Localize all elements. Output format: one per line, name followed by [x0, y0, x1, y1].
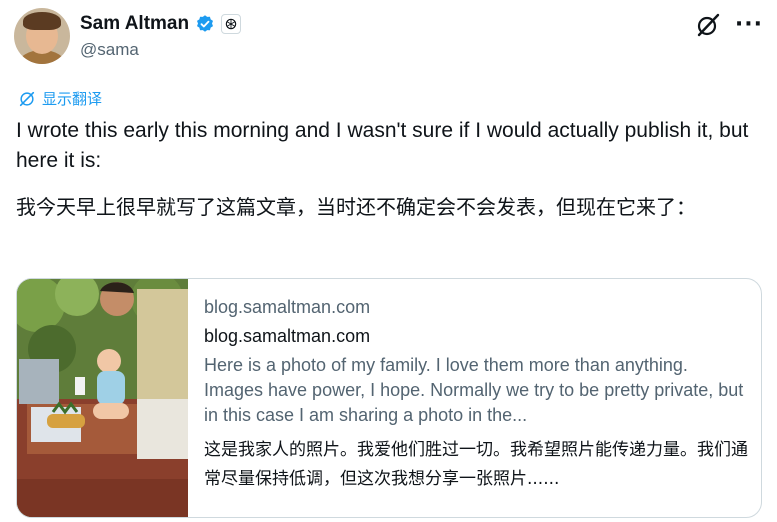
show-translation-link[interactable]: 显示翻译	[18, 88, 102, 109]
author-handle[interactable]: @sama	[80, 40, 241, 60]
more-icon[interactable]: ···	[735, 14, 763, 36]
link-card[interactable]: blog.samaltman.com blog.samaltman.com He…	[16, 278, 762, 518]
link-card-description: Here is a photo of my family. I love the…	[204, 355, 744, 425]
verified-badge-icon[interactable]	[195, 14, 215, 34]
translate-label: 显示翻译	[42, 90, 103, 108]
tweet-text-translation: 我今天早上很早就写了这篇文章，当时还不确定会不会发表，但现在它来了：	[16, 195, 696, 219]
link-card-domain: blog.samaltman.com	[204, 297, 371, 317]
grok-icon[interactable]	[695, 12, 721, 38]
family-photo	[17, 279, 188, 517]
top-actions: ···	[695, 12, 763, 38]
tweet-text: I wrote this early this morning and I wa…	[16, 119, 749, 172]
openai-affiliate-icon[interactable]	[221, 14, 242, 34]
translate-icon	[19, 91, 35, 106]
link-card-image[interactable]	[17, 279, 188, 517]
author-name[interactable]: Sam Altman	[80, 13, 189, 35]
avatar[interactable]	[14, 8, 70, 64]
author-info: Sam Altman @sama	[80, 10, 242, 60]
link-card-body: blog.samaltman.com blog.samaltman.com He…	[204, 295, 749, 494]
avatar-hair	[23, 12, 61, 30]
tweet-header: Sam Altman @sama ···	[14, 8, 763, 64]
name-row: Sam Altman	[80, 10, 242, 38]
link-card-description-translation: 这是我家人的照片。我爱他们胜过一切。我希望照片能传递力量。我们通常尽量保持低调，…	[204, 440, 748, 489]
link-card-title[interactable]: blog.samaltman.com	[204, 323, 749, 349]
